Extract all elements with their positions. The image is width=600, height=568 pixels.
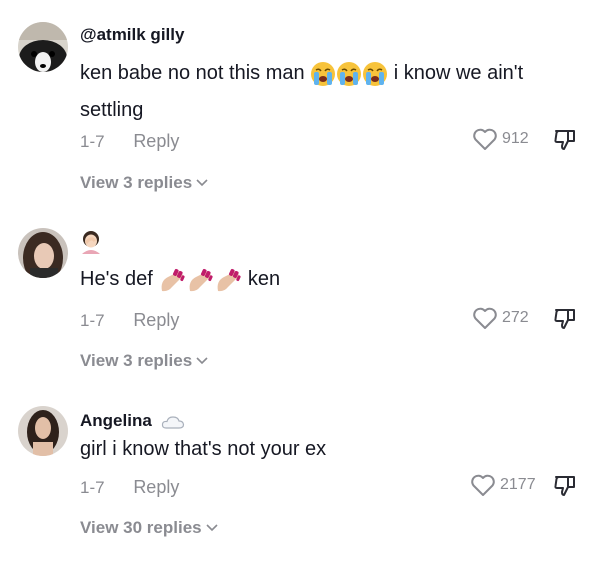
username[interactable] [80,230,102,254]
chevron-down-icon [206,524,218,532]
thumbs-down-icon [554,130,575,150]
comment-3: Angelina girl i know that's not your ex … [0,380,600,568]
thumbs-down-icon [554,476,575,496]
comment-date: 1-7 [80,311,105,330]
view-replies-button[interactable]: View 3 replies [80,351,209,371]
person-facepalming-icon [82,231,100,254]
comment-date: 1-7 [80,478,105,497]
avatar-dog-image [18,22,68,72]
reply-button[interactable]: Reply [133,477,179,497]
view-replies-button[interactable]: View 30 replies [80,518,219,538]
heart-outline-icon [471,474,495,496]
reply-button[interactable]: Reply [133,310,179,330]
comment-text-part: ken [247,268,281,290]
nail-polish-icon [217,268,241,291]
like-button[interactable]: 912 [472,127,529,151]
comment-meta: 1-7 Reply [80,477,179,498]
comment-text-part: settling [80,99,144,121]
like-count: 912 [502,130,529,147]
nail-polish-icon [189,268,213,291]
like-button[interactable]: 2177 [470,473,536,497]
like-count: 2177 [500,476,536,493]
dislike-button[interactable] [553,307,577,336]
comment-text: girl i know that's not your ex [80,431,580,468]
comment-text: He's def ken [80,261,580,298]
loudly-crying-face-icon [363,61,388,86]
comment-text-part: girl i know that's not your ex [80,438,327,460]
avatar[interactable] [18,228,68,278]
avatar-photo [18,406,68,456]
comment-text: ken babe no not this man i know we ain't… [80,55,580,129]
like-button[interactable]: 272 [472,306,529,330]
cloud-icon [161,415,184,429]
comment-1: @atmilk gilly ken babe no not this man i… [0,0,600,200]
username-text: Angelina [80,411,152,430]
view-replies-label: View 3 replies [80,173,193,192]
username[interactable]: @atmilk gilly [80,25,184,45]
like-count: 272 [502,309,529,326]
chevron-down-icon [196,357,208,365]
avatar[interactable] [18,22,68,72]
nail-polish-icon [161,268,185,291]
comment-meta: 1-7 Reply [80,310,179,331]
avatar[interactable] [18,406,68,456]
loudly-crying-face-icon [311,61,336,86]
comment-text-part: i know we ain't [393,62,524,84]
thumbs-down-icon [554,309,575,329]
heart-outline-icon [473,128,497,150]
view-replies-label: View 3 replies [80,351,193,370]
comment-meta: 1-7 Reply [80,131,179,152]
comment-text-part: ken babe no not this man [80,62,305,84]
dislike-button[interactable] [553,128,577,157]
view-replies-button[interactable]: View 3 replies [80,173,209,193]
comment-date: 1-7 [80,132,105,151]
avatar-photo [18,228,68,278]
loudly-crying-face-icon [337,61,362,86]
comment-2: He's def ken 1-7 Reply 272 View 3 replie… [0,200,600,380]
username[interactable]: Angelina [80,411,185,431]
heart-outline-icon [473,307,497,329]
comment-text-part: He's def [80,268,153,290]
reply-button[interactable]: Reply [133,131,179,151]
view-replies-label: View 30 replies [80,518,202,537]
chevron-down-icon [196,179,208,187]
dislike-button[interactable] [553,474,577,503]
